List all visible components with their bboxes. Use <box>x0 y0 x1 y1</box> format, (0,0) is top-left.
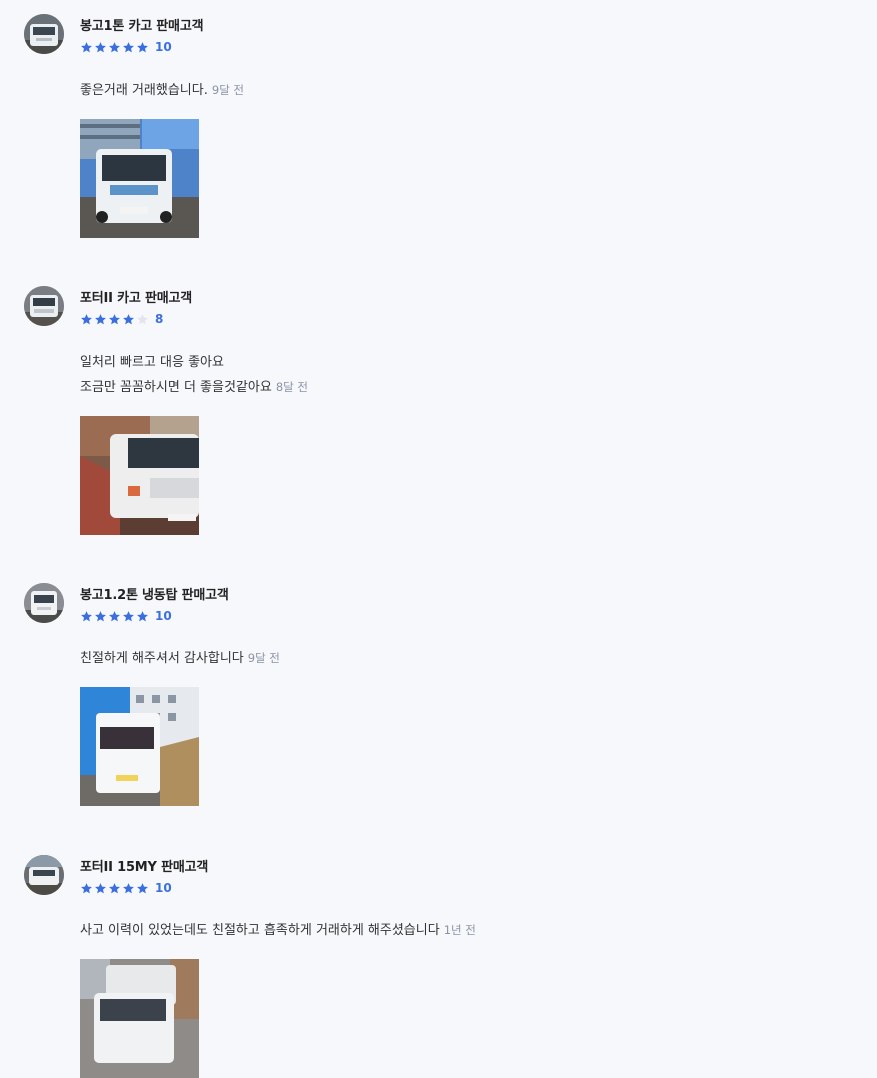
reviewer-name: 포터II 카고 판매고객 <box>80 291 193 306</box>
star-filled-icon <box>123 313 134 324</box>
star-filled-icon <box>137 610 148 621</box>
avatar <box>24 583 64 623</box>
star-filled-icon <box>81 610 92 621</box>
rating-score: 8 <box>155 312 164 326</box>
avatar <box>24 14 64 54</box>
comment-line: 일처리 빠르고 대응 좋아요 <box>80 355 224 370</box>
avatar <box>24 286 64 326</box>
star-filled-icon <box>123 610 134 621</box>
rating-score: 10 <box>155 40 172 54</box>
star-filled-icon <box>137 882 148 893</box>
star-rating: 10 <box>80 880 172 896</box>
review-time: 1년 전 <box>443 923 476 937</box>
review-time: 9달 전 <box>247 651 280 665</box>
comment-line: 친절하게 해주셔서 감사합니다 9달 전 <box>80 651 280 666</box>
star-filled-icon <box>95 882 106 893</box>
review-comment: 친절하게 해주셔서 감사합니다 9달 전 <box>80 646 280 671</box>
star-filled-icon <box>123 882 134 893</box>
comment-line: 사고 이력이 있었는데도 친절하고 흡족하게 거래하게 해주셨습니다 1년 전 <box>80 923 476 938</box>
star-filled-icon <box>109 41 120 52</box>
avatar <box>24 855 64 895</box>
review-photo[interactable] <box>80 959 199 1078</box>
star-empty-icon <box>137 313 148 324</box>
review-time: 8달 전 <box>275 380 308 394</box>
star-filled-icon <box>123 41 134 52</box>
review-comment: 사고 이력이 있었는데도 친절하고 흡족하게 거래하게 해주셨습니다 1년 전 <box>80 918 476 943</box>
review-comment: 일처리 빠르고 대응 좋아요 조금만 꼼꼼하시면 더 좋을것같아요 8달 전 <box>80 350 308 400</box>
star-rating: 8 <box>80 311 163 327</box>
review-photo[interactable] <box>80 687 199 806</box>
review-photo[interactable] <box>80 119 199 238</box>
review-comment: 좋은거래 거래했습니다. 9달 전 <box>80 78 244 103</box>
star-filled-icon <box>95 41 106 52</box>
star-rating: 10 <box>80 39 172 55</box>
star-rating: 10 <box>80 608 172 624</box>
star-filled-icon <box>81 313 92 324</box>
star-filled-icon <box>95 610 106 621</box>
reviewer-name: 포터II 15MY 판매고객 <box>80 860 209 875</box>
review-time: 9달 전 <box>211 83 245 97</box>
comment-line: 좋은거래 거래했습니다. 9달 전 <box>80 83 245 98</box>
review-photo[interactable] <box>80 416 199 535</box>
star-filled-icon <box>81 882 92 893</box>
star-filled-icon <box>109 313 120 324</box>
rating-score: 10 <box>155 881 172 895</box>
star-filled-icon <box>109 882 120 893</box>
star-filled-icon <box>109 610 120 621</box>
star-filled-icon <box>95 313 106 324</box>
rating-score: 10 <box>155 609 172 623</box>
reviewer-name: 봉고1톤 카고 판매고객 <box>80 19 204 34</box>
comment-line: 조금만 꼼꼼하시면 더 좋을것같아요 8달 전 <box>80 380 308 395</box>
star-filled-icon <box>81 41 92 52</box>
reviewer-name: 봉고1.2톤 냉동탑 판매고객 <box>80 588 229 603</box>
star-filled-icon <box>137 41 148 52</box>
